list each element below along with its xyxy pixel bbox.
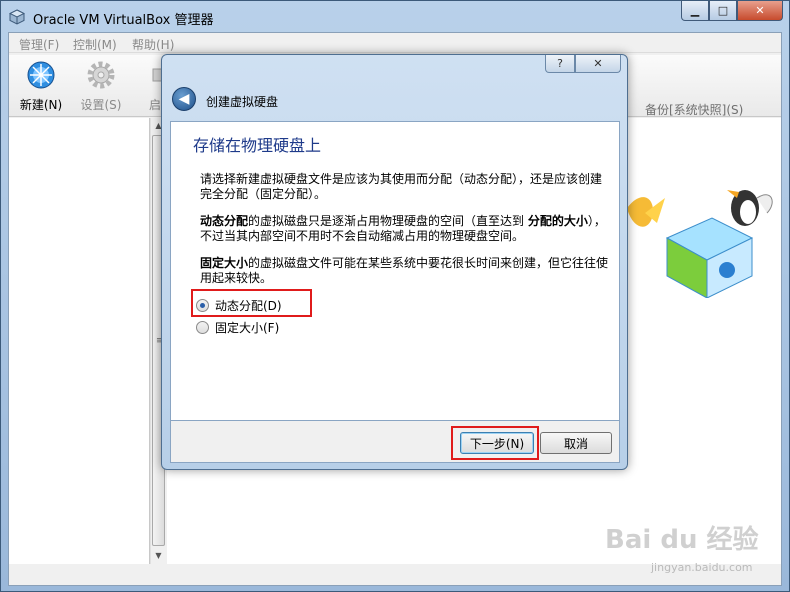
create-virtual-disk-dialog: ? ✕ ◀ 创建虚拟硬盘 存储在物理硬盘上 请选择新建虚拟硬盘文件是应该为其使用… bbox=[161, 54, 628, 470]
new-vm-label: 新建(N) bbox=[19, 98, 63, 112]
description-paragraph: 请选择新建虚拟硬盘文件是应该为其使用而分配（动态分配），还是应该创建完全分配（固… bbox=[200, 172, 603, 201]
dialog-footer: 下一步(N) 取消 bbox=[170, 421, 620, 463]
gear-icon bbox=[87, 61, 115, 89]
highlight-annotation-dynamic bbox=[191, 289, 312, 317]
radio-fixed[interactable] bbox=[196, 321, 209, 334]
fixed-size-label: 固定大小(F) bbox=[215, 321, 280, 335]
baidu-watermark-url: jingyan.baidu.com bbox=[651, 561, 753, 574]
fixed-text: 的虚拟磁盘文件可能在某些系统中要花很长时间来创建，但它往往使用起来较快。 bbox=[200, 256, 609, 285]
close-button[interactable]: ✕ bbox=[737, 1, 783, 21]
cancel-button[interactable]: 取消 bbox=[540, 432, 612, 454]
menu-bar: 管理(F) 控制(M) 帮助(H) bbox=[9, 33, 781, 53]
dynamic-text-1: 的虚拟磁盘只是逐渐占用物理硬盘的空间（直至达到 bbox=[248, 214, 528, 228]
window-title: Oracle VM VirtualBox 管理器 bbox=[33, 13, 214, 28]
menu-manage[interactable]: 管理(F) bbox=[19, 36, 59, 53]
highlight-annotation-next bbox=[451, 426, 539, 460]
dialog-close-button[interactable]: ✕ bbox=[575, 55, 621, 73]
dynamic-description: 动态分配的虚拟磁盘只是逐渐占用物理硬盘的空间（直至达到 分配的大小），不过当其内… bbox=[200, 214, 610, 244]
dialog-title: 创建虚拟硬盘 bbox=[206, 95, 279, 109]
menu-control[interactable]: 控制(M) bbox=[73, 36, 117, 53]
window-controls: ▁ □ ✕ bbox=[681, 1, 783, 23]
snapshot-label[interactable]: 备份[系统快照](S) bbox=[645, 101, 743, 118]
baidu-watermark: Bai du 经验 bbox=[605, 525, 759, 555]
title-bar[interactable]: Oracle VM VirtualBox 管理器 ▁ □ ✕ bbox=[1, 1, 789, 33]
dialog-controls: ? ✕ bbox=[545, 55, 621, 73]
back-arrow-icon[interactable]: ◀ bbox=[172, 87, 196, 111]
menu-help[interactable]: 帮助(H) bbox=[132, 36, 174, 53]
minimize-button[interactable]: ▁ bbox=[681, 1, 709, 21]
allocated-size-term: 分配的大小 bbox=[527, 214, 588, 228]
new-starburst-icon bbox=[27, 61, 55, 89]
dialog-content: 存储在物理硬盘上 请选择新建虚拟硬盘文件是应该为其使用而分配（动态分配），还是应… bbox=[170, 121, 620, 421]
scroll-down-icon[interactable]: ▼ bbox=[151, 548, 166, 564]
fixed-size-option[interactable]: 固定大小(F) bbox=[196, 319, 279, 336]
dynamic-term: 动态分配 bbox=[200, 214, 249, 228]
fixed-term: 固定大小 bbox=[200, 256, 249, 270]
help-button[interactable]: ? bbox=[545, 55, 575, 73]
vm-list[interactable] bbox=[9, 118, 150, 564]
new-vm-button[interactable]: 新建(N) bbox=[13, 59, 69, 113]
virtualbox-app-icon bbox=[9, 9, 25, 25]
settings-button[interactable]: 设置(S) bbox=[73, 59, 129, 113]
virtualbox-mascot-image bbox=[627, 190, 773, 298]
fixed-description: 固定大小的虚拟磁盘文件可能在某些系统中要花很长时间来创建，但它往往使用起来较快。 bbox=[200, 256, 610, 286]
page-heading: 存储在物理硬盘上 bbox=[193, 136, 322, 155]
maximize-button[interactable]: □ bbox=[709, 1, 737, 21]
settings-label: 设置(S) bbox=[80, 98, 122, 112]
